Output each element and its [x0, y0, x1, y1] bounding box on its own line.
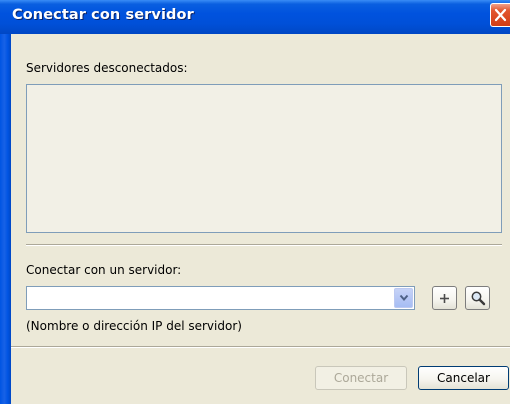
- connect-dialog: Conectar con servidor Servidores descone…: [0, 0, 510, 404]
- add-server-button[interactable]: [432, 286, 457, 310]
- dropdown-button[interactable]: [394, 288, 413, 308]
- footer-divider: [11, 346, 510, 348]
- server-address-input[interactable]: [29, 289, 393, 307]
- servers-heading: Servidores desconectados:: [26, 61, 188, 75]
- server-address-hint: (Nombre o dirección IP del servidor): [26, 319, 242, 333]
- connect-button[interactable]: Conectar: [315, 366, 407, 390]
- title-bar[interactable]: Conectar con servidor: [0, 0, 510, 34]
- window-frame-left: [0, 34, 11, 404]
- connect-heading: Conectar con un servidor:: [26, 263, 182, 277]
- close-icon: [494, 8, 507, 22]
- server-combobox[interactable]: [26, 286, 415, 310]
- chevron-down-icon: [399, 294, 409, 302]
- disconnected-servers-list[interactable]: [26, 84, 502, 233]
- magnifier-icon: [471, 291, 486, 306]
- cancel-button[interactable]: Cancelar: [418, 366, 509, 390]
- plus-icon: [440, 294, 449, 303]
- close-button[interactable]: [490, 3, 510, 27]
- window-title: Conectar con servidor: [12, 7, 194, 23]
- section-divider: [26, 244, 502, 246]
- search-server-button[interactable]: [465, 286, 490, 310]
